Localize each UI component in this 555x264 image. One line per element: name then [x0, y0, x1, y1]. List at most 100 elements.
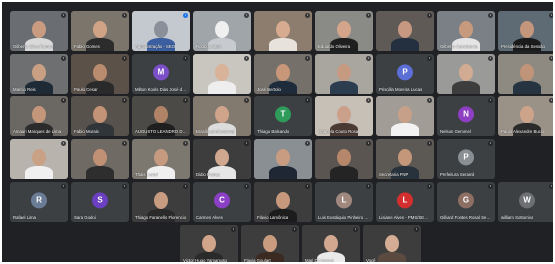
mic-off-icon	[231, 227, 236, 232]
participant-silhouette-body	[25, 166, 53, 179]
participant-silhouette-head	[32, 106, 46, 123]
participant-tile[interactable]	[376, 96, 434, 136]
participant-tile[interactable]: Mari Di possosi	[302, 225, 360, 262]
participant-tile[interactable]	[254, 139, 312, 179]
participant-avatar: W	[519, 192, 535, 209]
participant-tile[interactable]: P Priscilla Moreira Lucas	[376, 54, 434, 94]
participant-name: Amauri Marques de Lima	[13, 129, 62, 134]
mic-off-icon	[122, 184, 127, 189]
mic-off-icon	[488, 141, 493, 146]
participant-tile[interactable]: L Luis Eustáquio Pinheiro B...	[315, 182, 373, 222]
participant-name: Flavia Goulart	[244, 258, 271, 262]
participant-tile[interactable]: Didio França	[193, 139, 251, 179]
participant-avatar: P	[397, 64, 413, 81]
mic-speaking-icon	[183, 13, 188, 18]
participant-tile[interactable]	[315, 54, 373, 94]
participant-tile[interactable]: Brasília professional	[193, 96, 251, 136]
participant-silhouette-head	[154, 192, 168, 209]
mic-off-icon	[122, 56, 127, 61]
participant-silhouette-head	[215, 64, 229, 81]
participant-tile[interactable]: Secretaria FNP	[376, 139, 434, 179]
participant-name: Você	[366, 258, 376, 262]
mic-off-icon	[244, 13, 249, 18]
participant-tile[interactable]: Marcio Reis	[10, 54, 68, 94]
mic-off-icon	[244, 98, 249, 103]
participant-tile[interactable]: S Sara Godoi	[71, 182, 129, 222]
participant-tile[interactable]: Wwilliam Sottorriva	[498, 182, 553, 222]
participant-tile[interactable]	[437, 54, 495, 94]
participant-silhouette-head	[398, 21, 412, 38]
mic-off-icon	[122, 98, 127, 103]
mic-off-icon	[414, 227, 419, 232]
participant-tile[interactable]: Fabio Gomes	[71, 11, 129, 51]
mic-off-icon	[244, 56, 249, 61]
mic-off-icon	[488, 98, 493, 103]
participant-avatar: G	[458, 192, 474, 209]
participant-tile[interactable]: Gilberto Cavalcante	[437, 11, 495, 51]
meeting-grid: Gilberto Silva Ramos Fabio Gomes Administr…	[2, 2, 553, 262]
participant-tile[interactable]	[498, 54, 553, 94]
participant-silhouette-head	[520, 106, 534, 123]
participant-tile[interactable]	[315, 139, 373, 179]
participant-name: Sara Godoi	[74, 215, 96, 220]
participant-tile[interactable]: Presidência da Sessão	[498, 11, 553, 51]
participant-tile[interactable]: Gabriela Couto Rosa	[315, 96, 373, 136]
participant-tile[interactable]	[376, 11, 434, 51]
participant-tile[interactable]: Victor Hugo Yamamoto	[180, 225, 238, 262]
participant-tile[interactable]: C Carmen Alves	[193, 182, 251, 222]
participant-tile[interactable]: AUGUSTO LEANDRO DE OLI...	[132, 96, 190, 136]
participant-tile[interactable]: Eduardo Oliveira	[315, 11, 373, 51]
participant-tile[interactable]	[193, 54, 251, 94]
participant-name: Flávio Lamônica	[257, 215, 289, 220]
participant-tile[interactable]	[10, 139, 68, 179]
mic-off-icon	[366, 56, 371, 61]
participant-tile[interactable]: Fabio Morais	[71, 96, 129, 136]
participant-name: william Sottorriva	[501, 215, 534, 220]
participant-tile[interactable]: Flavia Goulart	[241, 225, 299, 262]
participant-tile[interactable]: Thais Lovari	[132, 139, 190, 179]
mic-off-icon	[488, 13, 493, 18]
participant-tile[interactable]: M Milton Kools Dias José de...	[132, 54, 190, 94]
participant-silhouette-body	[330, 166, 358, 179]
participant-name: Mari Di possosi	[305, 258, 335, 262]
participant-name: Gabriela Couto Rosa	[318, 129, 359, 134]
participant-silhouette-head	[93, 149, 107, 166]
participant-tile[interactable]: N Nelson Gemmel	[437, 96, 495, 136]
mic-off-icon	[183, 56, 188, 61]
participant-tile[interactable]: G Gilliard Fontes Rosal Secr...	[437, 182, 495, 222]
participant-tile[interactable]: L Lisiane Alves - PMS/SEM...	[376, 182, 434, 222]
participant-tile[interactable]	[254, 11, 312, 51]
participant-tile[interactable]: Amauri Marques de Lima	[10, 96, 68, 136]
participant-silhouette-head	[202, 235, 216, 252]
participant-tile[interactable]: Gilberto Silva Ramos	[10, 11, 68, 51]
participant-name: Gilberto Cavalcante	[440, 44, 478, 49]
participant-tile[interactable]: Thiago Faranello Florencio	[132, 182, 190, 222]
mic-off-icon	[366, 141, 371, 146]
participant-silhouette-head	[520, 64, 534, 81]
participant-tile[interactable]: T Thiago Balsando	[254, 96, 312, 136]
participant-name: Milton Kools Dias José de...	[135, 87, 187, 92]
participant-tile[interactable]: Flávio Lamônica	[254, 182, 312, 222]
participant-tile[interactable]: Administração - SEO	[132, 11, 190, 51]
participant-tile[interactable]: José Bertolo	[254, 54, 312, 94]
participant-name: Marcio Reis	[13, 87, 36, 92]
participant-tile[interactable]: R Rafael Lima	[10, 182, 68, 222]
mic-off-icon	[183, 141, 188, 146]
participant-tile[interactable]: Rodrigo Stein	[193, 11, 251, 51]
participant-tile[interactable]: Paulo Cesar	[71, 54, 129, 94]
mic-off-icon	[488, 184, 493, 189]
participant-name: Gilberto Silva Ramos	[13, 44, 54, 49]
participant-silhouette-head	[154, 149, 168, 166]
participant-tile[interactable]: P Prefeitura Seramil	[437, 139, 495, 179]
participant-tile[interactable]: Você	[363, 225, 421, 262]
participant-silhouette-head	[337, 64, 351, 81]
participant-name: Presidência da Sessão	[501, 44, 545, 49]
participant-name: Fabio Gomes	[74, 44, 100, 49]
participant-name: Didio França	[196, 172, 221, 177]
participant-silhouette-head	[154, 21, 168, 38]
mic-off-icon	[61, 184, 66, 189]
mic-off-icon	[305, 141, 310, 146]
participant-silhouette-body	[513, 81, 541, 94]
participant-tile[interactable]: Paulo Alexandre Bucci	[498, 96, 553, 136]
participant-tile[interactable]	[71, 139, 129, 179]
